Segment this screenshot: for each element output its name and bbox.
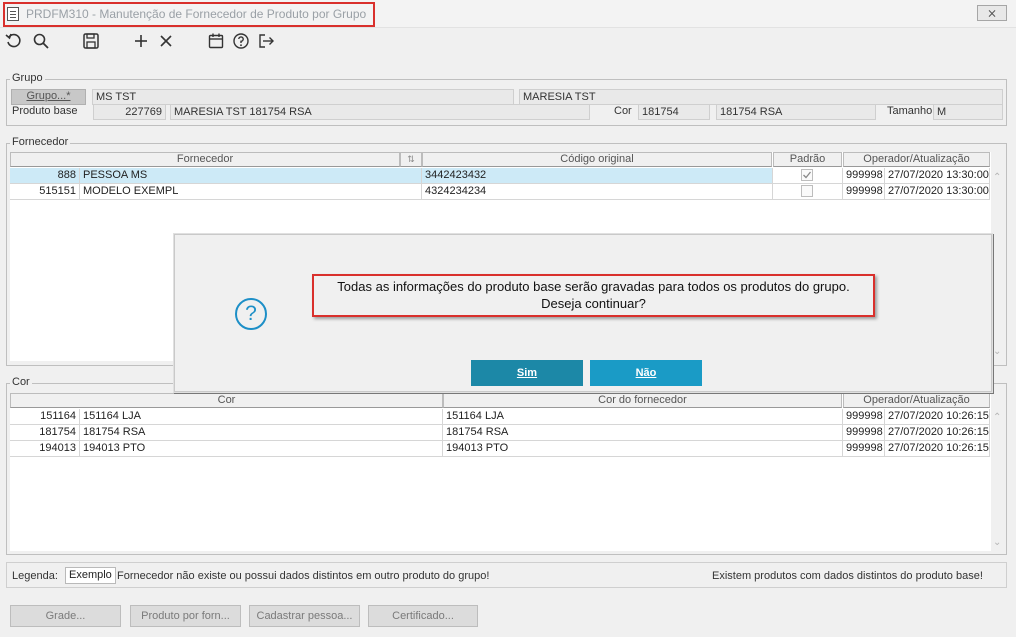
grupo-code-field[interactable]: MS TST	[92, 89, 514, 105]
fornecedor-code: 515151	[10, 184, 80, 200]
col-padrao[interactable]: Padrão	[773, 152, 842, 167]
window-title: PRDFM310 - Manutenção de Fornecedor de P…	[26, 7, 367, 21]
scroll-up-icon[interactable]: ⌃	[993, 412, 1001, 423]
codigo-original[interactable]: 3442423432	[422, 168, 773, 184]
cor-code-field[interactable]: 181754	[638, 104, 710, 120]
nao-button[interactable]: Não	[590, 360, 702, 386]
produto-base-desc-field: MARESIA TST 181754 RSA	[170, 104, 590, 120]
produto-base-code-field[interactable]: 227769	[93, 104, 166, 120]
scroll-down-icon[interactable]: ⌄	[993, 537, 1001, 548]
legenda-label: Legenda:	[12, 570, 58, 582]
operador-code: 999998	[843, 441, 885, 457]
atualizacao: 27/07/2020 10:26:15	[885, 441, 990, 457]
cor-fornecedor[interactable]: 194013 PTO	[443, 441, 843, 457]
legenda-example: Exemplo	[65, 567, 116, 584]
fornecedor-code: 888	[10, 168, 80, 184]
scroll-down-icon[interactable]: ⌄	[993, 346, 1001, 357]
dialog-message: Todas as informações do produto base ser…	[312, 274, 875, 317]
cor-code: 181754	[10, 425, 80, 441]
operador-code: 999998	[843, 168, 885, 184]
tamanho-field[interactable]: M	[933, 104, 1003, 120]
col-operador[interactable]: Operador/Atualização	[843, 152, 990, 167]
cor-name: 151164 LJA	[80, 409, 443, 425]
tamanho-label: Tamanho	[887, 105, 933, 117]
legenda-note-right: Existem produtos com dados distintos do …	[712, 570, 983, 582]
cor-desc-field: 181754 RSA	[716, 104, 876, 120]
fornecedor-legend: Fornecedor	[10, 136, 71, 148]
calendar-icon[interactable]	[206, 32, 226, 52]
padrao-checkbox[interactable]	[801, 185, 813, 197]
dialog-message-line2: Deseja continuar?	[541, 296, 646, 311]
help-icon[interactable]	[231, 32, 251, 52]
question-icon: ?	[235, 298, 267, 330]
dialog-message-line1: Todas as informações do produto base ser…	[337, 279, 850, 294]
close-button[interactable]: ⨯	[977, 5, 1007, 21]
produto-por-forn-button[interactable]: Produto por forn...	[130, 605, 241, 627]
grupo-desc-field: MARESIA TST	[519, 89, 1003, 105]
atualizacao: 27/07/2020 13:30:00	[885, 168, 990, 184]
cor-label: Cor	[614, 105, 632, 117]
cor-fornecedor[interactable]: 181754 RSA	[443, 425, 843, 441]
operador-code: 999998	[843, 425, 885, 441]
save-icon[interactable]	[81, 32, 101, 52]
grupo-button[interactable]: Grupo...*	[11, 89, 86, 105]
col-fornecedor[interactable]: Fornecedor	[10, 152, 400, 167]
fornecedor-name: PESSOA MS	[80, 168, 422, 184]
cor-legend: Cor	[10, 376, 32, 388]
scroll-up-icon[interactable]: ⌃	[993, 172, 1001, 183]
exit-icon[interactable]	[256, 32, 276, 52]
cor-fornecedor[interactable]: 151164 LJA	[443, 409, 843, 425]
cor-name: 194013 PTO	[80, 441, 443, 457]
certificado-button[interactable]: Certificado...	[368, 605, 478, 627]
atualizacao: 27/07/2020 10:26:15	[885, 409, 990, 425]
search-icon[interactable]	[31, 32, 51, 52]
undo-icon[interactable]	[4, 32, 24, 52]
padrao-checkbox[interactable]	[801, 169, 813, 181]
document-icon	[7, 7, 19, 21]
operador-code: 999998	[843, 184, 885, 200]
col-codigo-original[interactable]: Código original	[422, 152, 772, 167]
fornecedor-name: MODELO EXEMPL	[80, 184, 422, 200]
cor-code: 194013	[10, 441, 80, 457]
produto-base-label: Produto base	[12, 105, 78, 117]
delete-icon[interactable]	[156, 32, 176, 52]
col-operador[interactable]: Operador/Atualização	[843, 393, 990, 408]
grupo-legend: Grupo	[10, 72, 45, 84]
codigo-original[interactable]: 4324234234	[422, 184, 773, 200]
sort-icon[interactable]: ⇅	[400, 152, 422, 167]
cadastrar-pessoa-button[interactable]: Cadastrar pessoa...	[249, 605, 360, 627]
cor-name: 181754 RSA	[80, 425, 443, 441]
col-cor-fornecedor[interactable]: Cor do fornecedor	[443, 393, 842, 408]
operador-code: 999998	[843, 409, 885, 425]
grade-button[interactable]: Grade...	[10, 605, 121, 627]
add-icon[interactable]	[131, 32, 151, 52]
sim-button[interactable]: Sim	[471, 360, 583, 386]
legenda-note-left: Fornecedor não existe ou possui dados di…	[117, 570, 490, 582]
atualizacao: 27/07/2020 10:26:15	[885, 425, 990, 441]
col-cor[interactable]: Cor	[10, 393, 443, 408]
atualizacao: 27/07/2020 13:30:00	[885, 184, 990, 200]
cor-code: 151164	[10, 409, 80, 425]
